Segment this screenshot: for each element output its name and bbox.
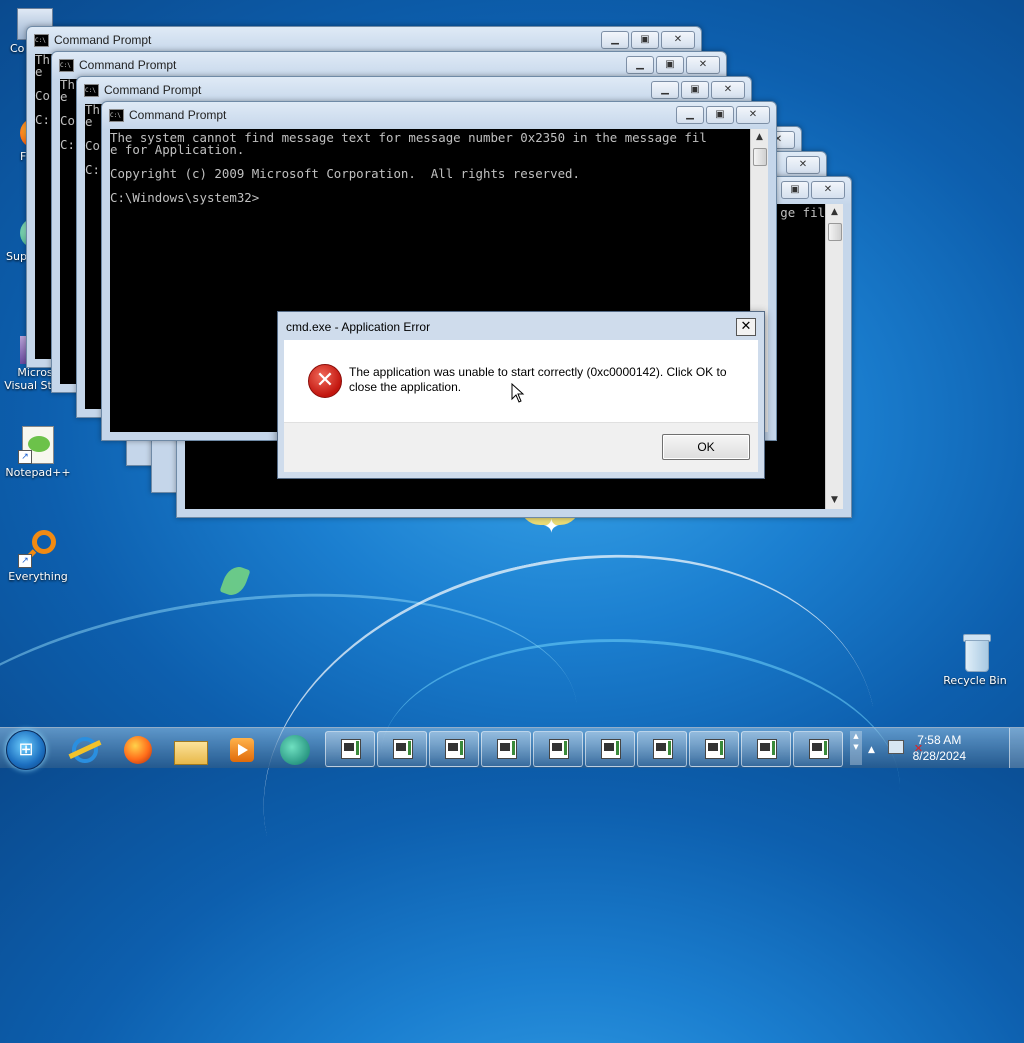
cmd-icon [445,739,465,759]
desktop-icon-notepad-plus[interactable]: ↗ Notepad++ [3,424,73,479]
show-hidden-icons-icon[interactable]: ▲ [868,745,875,755]
desktop-icon-label: Everything [8,570,68,583]
cmd-icon [705,739,725,759]
windows-logo-icon: ⊞ [18,739,34,760]
close-icon[interactable]: ✕ [786,156,820,174]
cmd-icon: C:\ [109,109,124,122]
scroll-up-icon[interactable]: ▲ [751,129,768,146]
system-clock[interactable]: 7:58 AM 8/28/2024 [913,732,966,764]
clock-time: 7:58 AM [917,733,962,747]
console-text: ge fil [780,205,825,220]
restore-icon[interactable]: ▣ [781,181,809,199]
recycle-bin-icon [955,632,995,672]
window-titlebar[interactable]: C:\ Command Prompt ▁ ▣ ✕ [52,52,726,79]
taskbar-cmd-button[interactable] [377,731,427,767]
console-text: Th e Co C: [35,54,50,127]
app-icon[interactable] [272,731,318,767]
minimize-icon[interactable]: ▁ [626,56,654,74]
window-titlebar[interactable]: C:\ Command Prompt ▁ ▣ ✕ [27,27,701,54]
restore-icon[interactable]: ▣ [706,106,734,124]
minimize-icon[interactable]: ▁ [601,31,629,49]
taskbar-cmd-button[interactable] [325,731,375,767]
dialog-footer: OK [284,422,758,472]
taskbar-cmd-button[interactable] [481,731,531,767]
wallpaper-leaf [219,563,251,599]
shortcut-arrow-icon: ↗ [18,554,32,568]
cmd-icon [601,739,621,759]
desktop-icon-label: Notepad++ [5,466,71,479]
cmd-icon [809,739,829,759]
window-titlebar[interactable]: C:\ Command Prompt ▁ ▣ ✕ [77,77,751,104]
restore-icon[interactable]: ▣ [631,31,659,49]
close-icon[interactable]: ✕ [736,106,770,124]
cmd-icon: C:\ [59,59,74,72]
close-icon[interactable]: ✕ [661,31,695,49]
notepad-plus-icon: ↗ [18,424,58,464]
minimize-icon[interactable]: ▁ [651,81,679,99]
cmd-icon [393,739,413,759]
everything-search-icon: ↗ [18,528,58,568]
start-button[interactable]: ⊞ [6,730,46,770]
file-explorer-icon[interactable] [166,731,212,767]
taskbar-cmd-button[interactable] [637,731,687,767]
close-icon[interactable]: ✕ [736,318,756,336]
cmd-icon [549,739,569,759]
cmd-icon [757,739,777,759]
desktop-icon-recycle-bin[interactable]: Recycle Bin [940,632,1010,687]
scrollbar-thumb[interactable] [828,223,842,241]
clock-date: 8/28/2024 [912,749,966,763]
ok-button[interactable]: OK [662,434,750,460]
restore-icon[interactable]: ▣ [681,81,709,99]
scroll-down-icon[interactable]: ▼ [826,492,843,509]
window-title: Command Prompt [104,83,202,97]
window-title: Command Prompt [54,33,152,47]
console-text: Th e Co C: [85,104,100,177]
desktop-icon-label: Recycle Bin [943,674,1007,687]
window-title: Command Prompt [79,58,177,72]
console-text: Th e Co C: [60,79,75,152]
media-player-icon[interactable] [218,731,264,767]
dialog-title: cmd.exe - Application Error [286,320,431,334]
taskbar-cmd-button[interactable] [793,731,843,767]
restore-icon[interactable]: ▣ [656,56,684,74]
desktop-icon-everything[interactable]: ↗ Everything [3,528,73,583]
scroll-up-icon[interactable]: ▲ [826,204,843,221]
cmd-icon: C:\ [34,34,49,47]
close-icon[interactable]: ✕ [711,81,745,99]
error-message: The application was unable to start corr… [349,365,727,394]
show-desktop-button[interactable] [1009,728,1024,768]
taskbar-cmd-button[interactable] [585,731,635,767]
cmd-icon [653,739,673,759]
taskbar: ⊞ ▲ ▼ ▲ ✕ 7:58 AM 8/28/2024 [0,727,1024,770]
vertical-scrollbar[interactable]: ▲ ▼ [825,204,843,509]
close-icon[interactable]: ✕ [811,181,845,199]
window-titlebar[interactable]: C:\ Command Prompt ▁ ▣ ✕ [102,102,776,129]
taskbar-cmd-button[interactable] [689,731,739,767]
scrollbar-thumb[interactable] [753,148,767,166]
firefox-icon[interactable] [114,731,160,767]
taskbar-cmd-button[interactable] [429,731,479,767]
taskbar-cmd-button[interactable] [741,731,791,767]
console-text: The system cannot find message text for … [110,130,707,205]
network-icon[interactable] [888,740,905,754]
window-title: Command Prompt [129,108,227,122]
taskbar-cmd-button[interactable] [533,731,583,767]
error-icon: ✕ [308,364,342,398]
minimize-icon[interactable]: ▁ [676,106,704,124]
dialog-body: ✕ The application was unable to start co… [284,340,758,422]
mouse-cursor-icon [511,383,525,403]
internet-explorer-icon[interactable] [62,731,108,767]
cmd-icon: C:\ [84,84,99,97]
cmd-icon [497,739,517,759]
taskbar-scroll-buttons[interactable]: ▲ ▼ [850,731,862,765]
shortcut-arrow-icon: ↗ [18,450,32,464]
cmd-icon [341,739,361,759]
close-icon[interactable]: ✕ [686,56,720,74]
